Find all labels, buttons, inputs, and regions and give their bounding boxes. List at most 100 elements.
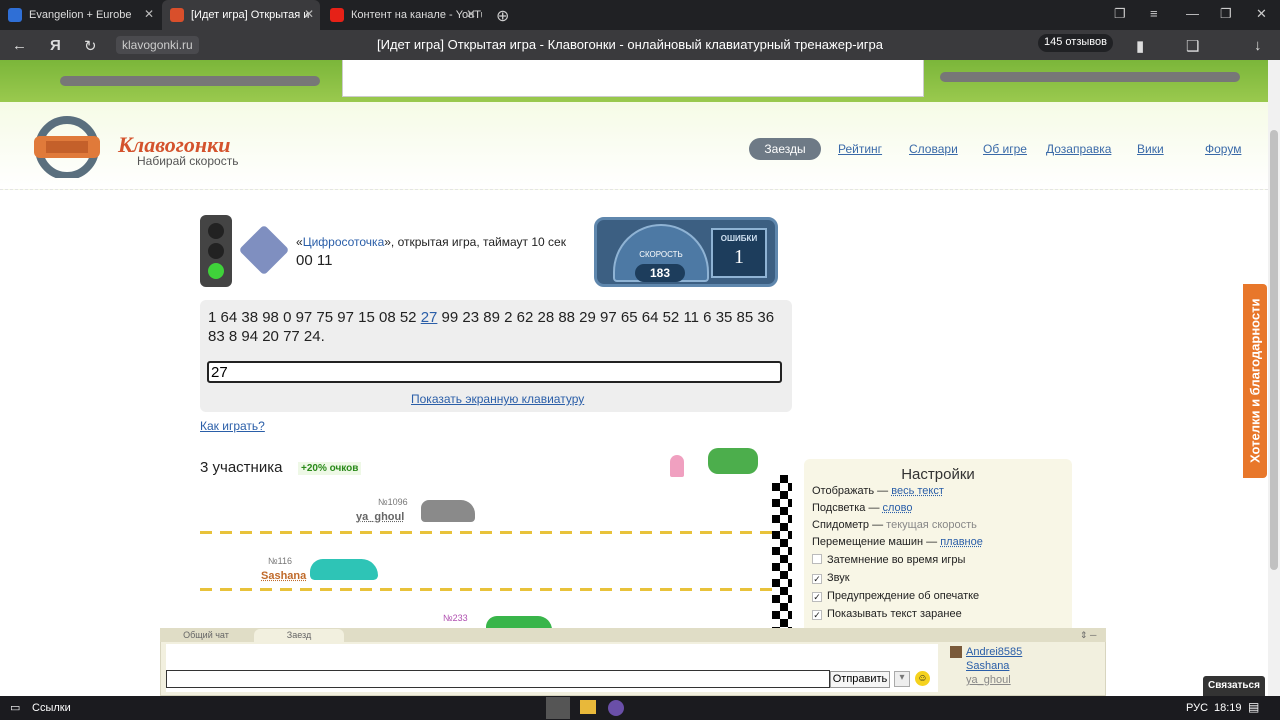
participants-count: 3 участника: [200, 459, 283, 476]
collections-icon[interactable]: ❐: [1114, 6, 1126, 22]
setting-display: Отображать — весь текст: [812, 485, 944, 497]
ad-banner: [342, 60, 924, 97]
typed-text: 1 64 38 98 0 97 75 97 15 08 52: [208, 309, 421, 326]
bookmark-icon[interactable]: ▮: [1136, 37, 1144, 55]
yandex-icon[interactable]: Я: [50, 37, 61, 54]
traffic-light: [200, 215, 232, 287]
tab-evangelion[interactable]: Evangelion + Eurobe ✕: [0, 0, 160, 30]
feedback-side-tab[interactable]: Хотелки и благодарности: [1243, 284, 1267, 478]
game-timer: 00 11: [296, 252, 333, 269]
page-title: [Идет игра] Открытая игра - Клавогонки -…: [376, 37, 883, 52]
bonus-badge: +20% очков: [298, 462, 362, 475]
url-field[interactable]: klavogonki.ru: [116, 36, 199, 54]
scrollbar-thumb[interactable]: [1270, 130, 1278, 570]
download-icon[interactable]: ↓: [1254, 37, 1262, 54]
reviews-badge[interactable]: 145 отзывов: [1038, 34, 1113, 52]
checkbox-icon[interactable]: [812, 554, 822, 564]
speedometer-panel: СКОРОСТЬ 183 ОШИБКИ 1: [594, 217, 778, 287]
race-text: 1 64 38 98 0 97 75 97 15 08 52 27 99 23 …: [208, 308, 788, 346]
chat-user[interactable]: Sashana: [966, 660, 1009, 672]
desktop-icon[interactable]: ▭: [10, 701, 20, 714]
setting-car-movement-value[interactable]: плавное: [940, 536, 983, 548]
tab-favicon-icon: [170, 8, 184, 22]
close-icon[interactable]: ✕: [144, 7, 154, 21]
chat-input[interactable]: [166, 670, 830, 688]
settings-title: Настройки: [901, 466, 975, 483]
input-language[interactable]: РУС: [1186, 702, 1208, 714]
menu-dictionaries[interactable]: Словари: [909, 142, 958, 156]
setting-speedometer-value[interactable]: текущая скорость: [886, 519, 977, 531]
close-window-icon[interactable]: ✕: [1256, 6, 1267, 22]
close-icon[interactable]: ✕: [304, 7, 314, 21]
setting-highlight: Подсветка — слово: [812, 502, 913, 514]
reload-icon[interactable]: ↻: [84, 37, 97, 55]
tab-klavogonki[interactable]: [Идет игра] Открытая и ✕: [162, 0, 320, 30]
menu-forum[interactable]: Форум: [1205, 142, 1241, 156]
menu-rating[interactable]: Рейтинг: [838, 142, 882, 156]
setting-display-value[interactable]: весь текст: [891, 485, 944, 497]
tab-youtube[interactable]: Контент на канале - YouTu ✕: [322, 0, 482, 30]
close-icon[interactable]: ✕: [466, 7, 476, 21]
checkbox-checked-icon[interactable]: ✓: [812, 592, 822, 602]
menu-wiki[interactable]: Вики: [1137, 142, 1164, 156]
player-name[interactable]: ya_ghoul: [356, 511, 404, 523]
how-to-play-link[interactable]: Как играть?: [200, 419, 265, 433]
chat-user[interactable]: ya_ghoul: [966, 674, 1011, 686]
avatar: [950, 646, 962, 658]
minimize-icon[interactable]: —: [1186, 6, 1199, 21]
yandex-browser-taskbar-icon[interactable]: [546, 697, 570, 719]
back-icon[interactable]: ←: [12, 37, 27, 54]
setting-typo-warning-checkbox[interactable]: ✓ Предупреждение об опечатке: [812, 590, 979, 602]
player-name[interactable]: Sashana: [261, 570, 306, 582]
menu-refuel[interactable]: Дозаправка: [1046, 142, 1111, 156]
setting-dim-checkbox[interactable]: Затемнение во время игры: [812, 554, 965, 566]
errors-value: 1: [734, 246, 744, 268]
checkbox-checked-icon[interactable]: ✓: [812, 574, 822, 584]
setting-show-text-checkbox[interactable]: ✓ Показывать текст заранее: [812, 608, 962, 620]
tab-race-chat[interactable]: Заезд: [254, 629, 344, 642]
file-explorer-icon[interactable]: [580, 700, 596, 714]
taskbar: [0, 696, 1280, 720]
chat-resize-icon[interactable]: ⇕ ─: [1080, 630, 1096, 641]
spectators-group-icon: [708, 448, 758, 474]
menu-races[interactable]: Заезды: [749, 138, 821, 160]
errors-label: ОШИБКИ: [720, 234, 758, 243]
tab-label: [Идет игра] Открытая и: [191, 9, 310, 21]
tab-general-chat[interactable]: Общий чат: [160, 629, 252, 642]
chat-user[interactable]: Andrei8585: [966, 646, 1022, 658]
show-keyboard-link[interactable]: Показать экранную клавиатуру: [411, 392, 584, 406]
clock[interactable]: 18:19: [1214, 702, 1242, 714]
checkbox-checked-icon[interactable]: ✓: [812, 610, 822, 620]
app-taskbar-icon[interactable]: [608, 700, 624, 716]
finish-line: [772, 475, 792, 630]
notifications-icon[interactable]: ▤: [1248, 700, 1259, 714]
game-description: », открытая игра, таймаут 10 сек: [384, 235, 566, 249]
lane-divider: [200, 588, 772, 591]
speed-value: 183: [635, 264, 685, 282]
logo-tagline: Набирай скорость: [137, 154, 239, 168]
menu-icon[interactable]: ≡: [1150, 6, 1158, 21]
player-rank: №1096: [378, 497, 408, 507]
game-info: «Цифросоточка», открытая игра, таймаут 1…: [296, 235, 566, 249]
links-toolbar[interactable]: Ссылки: [32, 702, 71, 714]
speed-label: СКОРОСТЬ: [639, 250, 683, 259]
player-rank: №233: [443, 613, 468, 623]
car-icon: [310, 559, 378, 580]
setting-speedometer: Спидометр — текущая скорость: [812, 519, 977, 531]
maximize-icon[interactable]: ❐: [1220, 6, 1232, 22]
send-button[interactable]: Отправить: [830, 671, 890, 688]
quote-mark: «: [296, 235, 303, 249]
steering-wheel-logo[interactable]: [24, 112, 110, 178]
typing-input[interactable]: [207, 361, 782, 383]
setting-sound-checkbox[interactable]: ✓ Звук: [812, 572, 850, 584]
setting-highlight-value[interactable]: слово: [883, 502, 913, 514]
contact-button[interactable]: Связаться: [1203, 676, 1265, 696]
new-tab-icon[interactable]: ⊕: [496, 6, 509, 26]
collections-icon[interactable]: ❑: [1186, 37, 1199, 55]
vocabulary-link[interactable]: Цифросоточка: [303, 235, 385, 249]
smiley-icon[interactable]: ☺: [915, 671, 930, 686]
lane-divider: [200, 531, 772, 534]
menu-about[interactable]: Об игре: [983, 142, 1027, 156]
player-rank: №116: [268, 556, 293, 566]
filter-icon[interactable]: ▾: [894, 671, 910, 687]
